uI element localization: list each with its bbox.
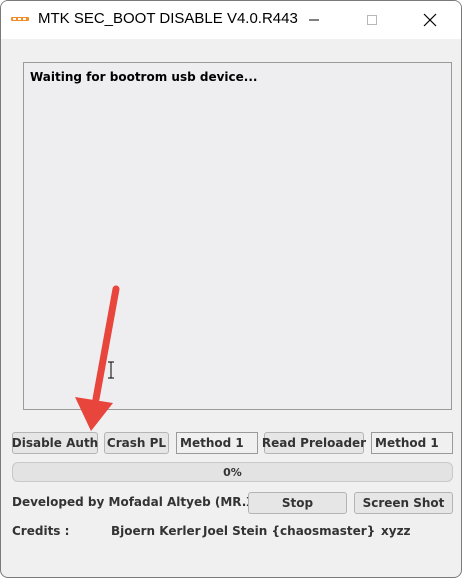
method-select-2[interactable]: Method 1 [371,432,453,454]
maximize-button[interactable] [343,1,401,39]
app-window: MTK SEC_BOOT DISABLE V4.0.R443 Waiting f… [0,0,462,578]
close-icon [423,13,437,27]
minimize-button[interactable] [285,1,343,39]
close-button[interactable] [401,1,459,39]
maximize-icon [367,15,377,25]
developer-label: Developed by Mofadal Altyeb (MR.X) [12,495,262,509]
screen-shot-button[interactable]: Screen Shot [354,492,453,514]
credit-bjoern-kerler: Bjoern Kerler [111,524,201,538]
log-text: Waiting for bootrom usb device... [30,70,258,84]
title-bar: MTK SEC_BOOT DISABLE V4.0.R443 [1,1,461,39]
progress-bar: 0% [12,462,453,482]
mediatek-logo-icon [11,17,29,21]
credit-xyzz: xyzz [381,524,411,538]
method-select-1[interactable]: Method 1 [176,432,258,454]
read-preloader-button[interactable]: Read Preloader [262,432,366,454]
crash-pl-button[interactable]: Crash PL [104,432,169,454]
credits-label: Credits : [12,524,70,538]
log-output[interactable]: Waiting for bootrom usb device... [23,62,452,410]
stop-button[interactable]: Stop [248,492,347,514]
minimize-icon [309,19,319,21]
window-title: MTK SEC_BOOT DISABLE V4.0.R443 [38,10,298,27]
credit-joel-stein: Joel Stein {chaosmaster} [203,524,376,538]
disable-auth-button[interactable]: Disable Auth [12,432,98,454]
progress-label: 0% [223,465,242,479]
text-cursor-icon [108,361,114,379]
